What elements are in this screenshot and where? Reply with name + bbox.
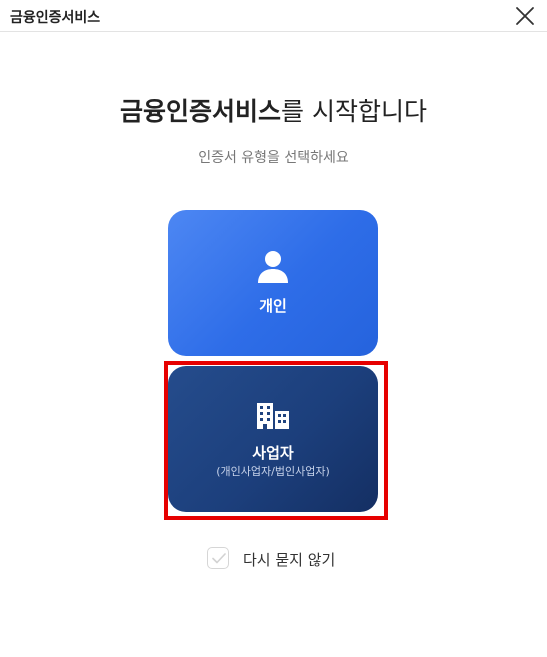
page-title: 금융인증서비스를 시작합니다 (0, 92, 547, 128)
headline-suffix: 를 시작합니다 (281, 97, 427, 126)
person-icon (258, 251, 288, 283)
close-button[interactable] (513, 4, 537, 28)
close-icon (516, 7, 534, 25)
checkmark-icon (212, 553, 226, 564)
personal-card-label: 개인 (259, 297, 287, 315)
headline-service-name: 금융인증서비스 (120, 97, 282, 126)
personal-certificate-button[interactable]: 개인 (168, 210, 378, 356)
business-card-sublabel: (개인사업자/법인사업자) (216, 465, 330, 478)
title-bar: 금융인증서비스 (0, 0, 547, 32)
page-subtitle: 인증서 유형을 선택하세요 (198, 150, 349, 166)
business-card-label: 사업자 (252, 444, 294, 462)
dont-ask-again-checkbox[interactable] (207, 547, 229, 569)
business-certificate-button[interactable]: 사업자 (개인사업자/법인사업자) (168, 366, 378, 512)
window-title: 금융인증서비스 (10, 10, 101, 26)
financial-certificate-dialog: 금융인증서비스 금융인증서비스를 시작합니다 인증서 유형을 선택하세요 개인 (0, 0, 547, 657)
dont-ask-again-label: 다시 묻지 않기 (243, 551, 336, 569)
building-icon (257, 403, 289, 429)
